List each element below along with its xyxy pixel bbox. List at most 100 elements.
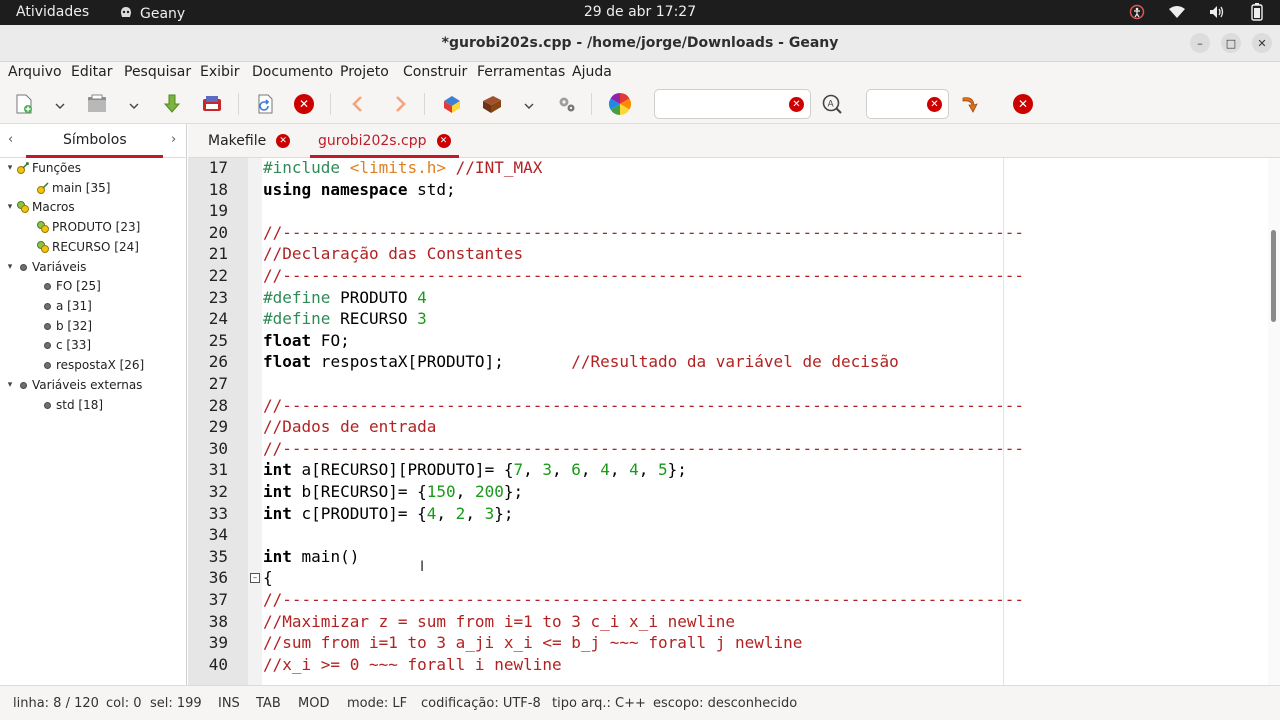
- line-number: 38: [208, 611, 228, 631]
- expander-icon[interactable]: ▾: [4, 163, 16, 173]
- line-number: 27: [208, 374, 228, 393]
- tree-item-label: PRODUTO [23]: [52, 220, 141, 234]
- code-token: b[RECURSO]= {: [291, 482, 427, 501]
- expander-icon[interactable]: ▾: [4, 380, 16, 390]
- tree-item-produto[interactable]: PRODUTO [23]: [36, 217, 140, 237]
- goto-line-button[interactable]: [958, 92, 982, 116]
- close-icon: ✕: [1257, 36, 1267, 50]
- open-folder-icon: [88, 94, 106, 112]
- build-button[interactable]: [480, 92, 504, 116]
- menu-editar[interactable]: Editar: [71, 64, 112, 80]
- code-token: 3: [484, 503, 495, 523]
- save-button[interactable]: [160, 92, 184, 116]
- tree-item-label: std [18]: [56, 398, 104, 412]
- scrollbar-thumb[interactable]: [1271, 230, 1276, 322]
- tree-item-c[interactable]: c [33]: [40, 335, 91, 355]
- find-button[interactable]: A: [820, 92, 844, 116]
- vertical-scrollbar[interactable]: [1268, 158, 1280, 685]
- expander-icon[interactable]: ▾: [4, 262, 16, 272]
- new-file-button[interactable]: [12, 92, 36, 116]
- battery-icon[interactable]: [1248, 3, 1266, 21]
- close-file-button[interactable]: ✕: [292, 92, 316, 116]
- tree-item-respostax[interactable]: respostaX [26]: [40, 355, 144, 375]
- menu-ajuda[interactable]: Ajuda: [572, 64, 612, 80]
- menu-projeto[interactable]: Projeto: [340, 64, 389, 80]
- clear-search-icon[interactable]: ✕: [789, 97, 804, 112]
- code-token: #define: [263, 287, 331, 307]
- menu-construir[interactable]: Construir: [403, 64, 467, 80]
- app-menu[interactable]: Geany: [118, 4, 185, 24]
- code-token: #include: [263, 158, 350, 177]
- variable-icon: [40, 319, 54, 333]
- chevron-right-icon[interactable]: ›: [171, 132, 176, 147]
- color-chooser-button[interactable]: [608, 92, 632, 116]
- expander-icon[interactable]: ▾: [4, 202, 16, 212]
- code-token: respostaX[PRODUTO];: [311, 352, 572, 372]
- menu-arquivo[interactable]: Arquivo: [8, 64, 62, 80]
- tree-group-label: Variáveis externas: [32, 378, 143, 392]
- code-token: //Dados de entrada: [263, 417, 437, 437]
- code-token: ,: [465, 503, 485, 523]
- open-file-dropdown[interactable]: [128, 96, 140, 110]
- navigate-back-button[interactable]: [346, 92, 370, 116]
- reload-button[interactable]: [253, 92, 277, 116]
- new-file-dropdown[interactable]: [54, 96, 66, 110]
- tab-makefile[interactable]: Makefile ✕: [200, 124, 298, 158]
- sidebar-tab-symbols[interactable]: Símbolos: [63, 132, 127, 148]
- minimize-button[interactable]: –: [1190, 33, 1210, 53]
- open-file-button[interactable]: [85, 92, 109, 116]
- volume-icon[interactable]: [1208, 3, 1226, 21]
- menu-pesquisar[interactable]: Pesquisar: [124, 64, 191, 80]
- system-tray[interactable]: [1128, 3, 1266, 21]
- search-input[interactable]: [655, 90, 810, 118]
- fold-margin[interactable]: [248, 158, 262, 685]
- execute-button[interactable]: [555, 92, 579, 116]
- navigate-forward-button[interactable]: [388, 92, 412, 116]
- accessibility-icon[interactable]: [1128, 3, 1146, 21]
- window-titlebar[interactable]: *gurobi202s.cpp - /home/jorge/Downloads …: [0, 25, 1280, 62]
- fold-toggle-icon[interactable]: –: [250, 573, 260, 583]
- close-tab-icon[interactable]: ✕: [276, 134, 291, 148]
- tab-gurobi202s[interactable]: gurobi202s.cpp ✕: [310, 124, 459, 158]
- code-editor[interactable]: 17 18 19 20 21 22 23 24 25 26 27 28 29 30 31 32 33 34 35 36…: [188, 158, 1268, 685]
- tree-group-variaveis-externas[interactable]: ▾ Variáveis externas: [4, 375, 143, 395]
- macro-icon: [36, 240, 50, 254]
- line-number: 17: [208, 158, 228, 177]
- menu-exibir[interactable]: Exibir: [200, 64, 240, 80]
- toolbar-separator: [330, 93, 331, 115]
- close-tab-icon[interactable]: ✕: [436, 134, 451, 148]
- code-line: //--------------------------------------…: [263, 396, 1024, 415]
- menu-ferramentas[interactable]: Ferramentas: [477, 64, 565, 80]
- close-window-button[interactable]: ✕: [1252, 33, 1272, 53]
- quit-button[interactable]: ✕: [1011, 92, 1035, 116]
- save-all-button[interactable]: [200, 92, 224, 116]
- build-dropdown[interactable]: [523, 96, 535, 110]
- chevron-left-icon[interactable]: ‹: [8, 132, 13, 147]
- tree-item-std[interactable]: std [18]: [40, 395, 103, 415]
- compile-button[interactable]: [440, 92, 464, 116]
- menu-documento[interactable]: Documento: [252, 64, 333, 80]
- status-ins: INS: [218, 696, 240, 711]
- clock[interactable]: 29 de abr 17:27: [0, 4, 1280, 20]
- chevron-right-icon: [396, 96, 406, 112]
- tree-item-a[interactable]: a [31]: [40, 296, 92, 316]
- tree-item-main[interactable]: main [35]: [36, 178, 110, 198]
- tree-item-b[interactable]: b [32]: [40, 316, 92, 336]
- tree-group-variaveis[interactable]: ▾ Variáveis: [4, 257, 87, 277]
- tree-item-fo[interactable]: FO [25]: [40, 276, 101, 296]
- search-field[interactable]: ✕: [654, 89, 811, 119]
- code-token: main(): [291, 546, 360, 566]
- wifi-icon[interactable]: [1168, 3, 1186, 21]
- goto-line-field[interactable]: ✕: [866, 89, 949, 119]
- code-token: 4: [426, 503, 437, 523]
- variable-icon: [40, 358, 54, 372]
- tree-group-macros[interactable]: ▾ Macros: [4, 197, 75, 217]
- activities-button[interactable]: Atividades: [16, 4, 89, 20]
- tree-group-funcoes[interactable]: ▾ Funções: [4, 158, 81, 178]
- line-number: 26: [208, 352, 228, 372]
- tree-item-recurso[interactable]: RECURSO [24]: [36, 237, 139, 257]
- code-line: int b[RECURSO]= {150, 200};: [263, 482, 523, 501]
- clear-goto-icon[interactable]: ✕: [927, 97, 942, 112]
- line-number: 20: [208, 222, 228, 242]
- maximize-button[interactable]: □: [1221, 33, 1241, 53]
